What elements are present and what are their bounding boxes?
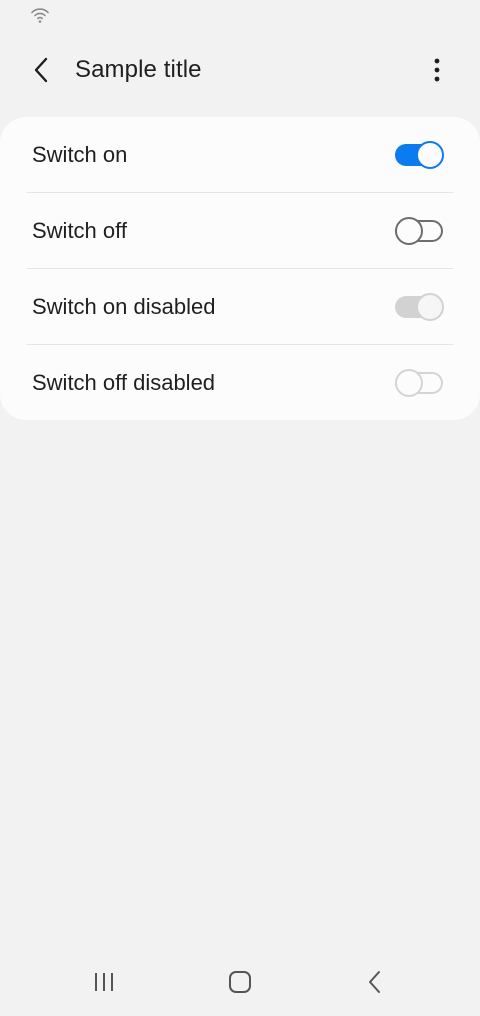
screen: Sample title Switch on Switch off Switch… [0, 0, 480, 1016]
system-back-button[interactable] [353, 964, 397, 1000]
setting-row-switch-on[interactable]: Switch on [0, 117, 480, 193]
toggle-switch-disabled [395, 293, 444, 321]
settings-card: Switch on Switch off Switch on disabled [0, 117, 480, 420]
switch-thumb [395, 217, 423, 245]
setting-row-switch-on-disabled: Switch on disabled [0, 269, 480, 345]
setting-row-switch-off[interactable]: Switch off [0, 193, 480, 269]
switch-thumb [416, 293, 444, 321]
setting-label: Switch on disabled [32, 294, 216, 319]
recents-button[interactable] [82, 964, 126, 1000]
more-vertical-icon [434, 58, 440, 82]
app-bar: Sample title [0, 36, 480, 104]
recents-icon [95, 973, 113, 991]
toggle-switch[interactable] [395, 217, 444, 245]
switch-thumb [416, 141, 444, 169]
more-options-button[interactable] [417, 50, 457, 90]
chevron-left-icon [34, 57, 48, 83]
home-icon [229, 971, 251, 993]
setting-label: Switch off [32, 218, 127, 243]
setting-label: Switch on [32, 142, 128, 167]
page-title: Sample title [75, 56, 202, 83]
home-button[interactable] [218, 964, 262, 1000]
setting-label: Switch off disabled [32, 370, 216, 395]
navigation-bar [0, 950, 480, 1016]
toggle-switch-disabled [395, 369, 444, 397]
status-bar [0, 0, 480, 32]
wifi-icon [31, 8, 49, 23]
toggle-switch[interactable] [395, 141, 444, 169]
switch-thumb [395, 369, 423, 397]
setting-row-switch-off-disabled: Switch off disabled [0, 345, 480, 421]
back-button[interactable] [22, 50, 62, 90]
back-icon [369, 971, 380, 993]
